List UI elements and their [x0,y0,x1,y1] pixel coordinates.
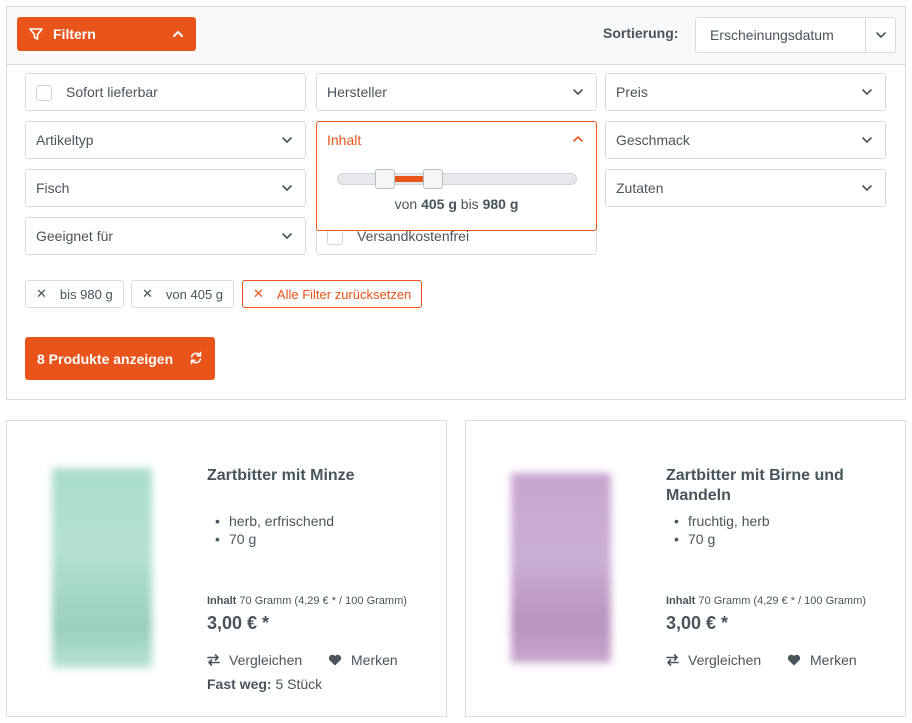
compare-arrows-icon [666,654,679,666]
list-item: fruchtig, herb [674,512,770,530]
refresh-icon [190,351,202,365]
filter-sofort-lieferbar[interactable]: Sofort lieferbar [25,73,306,111]
show-products-button[interactable]: 8 Produkte anzeigen [25,337,215,380]
sort-select-value: Erscheinungsdatum [710,27,834,43]
reset-filters-button[interactable]: ✕ Alle Filter zurücksetzen [242,280,423,308]
chevron-down-icon [862,137,872,143]
unit-price-info: Inhalt 70 Gramm (4,29 € * / 100 Gramm) [207,595,407,607]
sofort-lieferbar-checkbox[interactable] [36,85,52,101]
product-title[interactable]: Zartbitter mit Birne und Mandeln [666,466,886,506]
stock-label: Fast weg: [207,676,272,692]
range-readout: von 405 g bis 980 g [317,196,596,212]
chevron-down-icon [862,89,872,95]
product-price: 3,00 € * [207,613,270,633]
stock-info: Fast weg: 5 Stück [207,676,322,692]
range-slider-min-handle[interactable] [375,169,395,189]
filter-label: Geschmack [616,132,690,148]
close-icon: ✕ [253,286,264,301]
range-slider-max-handle[interactable] [423,169,443,189]
heart-icon [328,654,342,666]
filter-label: Geeignet für [36,228,114,244]
filter-inhalt-dropdown[interactable]: Inhalt von 405 g bis 980 g [316,121,597,231]
active-filter-chip[interactable]: ✕ bis 980 g [25,280,124,308]
product-feature-list: herb, erfrischend 70 g [215,512,334,548]
range-slider-track[interactable] [337,173,577,185]
chevron-down-icon [282,233,292,239]
filter-label: Hersteller [327,84,387,100]
filter-geschmack[interactable]: Geschmack [605,121,886,159]
wishlist-button[interactable]: Merken [328,652,398,668]
stock-value: 5 Stück [275,676,323,692]
product-image[interactable] [511,473,611,663]
chevron-down-icon [862,185,872,191]
compare-button[interactable]: Vergleichen [207,652,302,668]
range-min-value: 405 g [421,196,457,212]
compare-label: Vergleichen [688,652,762,668]
filter-zutaten[interactable]: Zutaten [605,169,886,207]
filter-preis[interactable]: Preis [605,73,886,111]
product-feature-list: fruchtig, herb 70 g [674,512,770,548]
product-price: 3,00 € * [666,613,729,633]
unit-text: 70 Gramm (4,29 € * / 100 Gramm) [698,595,866,607]
compare-arrows-icon [207,654,220,666]
filter-header: Filtern Sortierung: Erscheinungsdatum [7,7,905,65]
filter-label: Zutaten [616,180,664,196]
filter-label: Sofort lieferbar [66,84,158,100]
close-icon: ✕ [36,286,47,301]
chip-label: bis 980 g [59,286,113,302]
filter-panel: Filtern Sortierung: Erscheinungsdatum So… [6,6,906,400]
close-icon: ✕ [142,286,153,301]
chevron-down-icon [573,89,583,95]
show-products-label: 8 Produkte anzeigen [37,350,174,367]
sort-label: Sortierung: [603,25,679,41]
reset-filters-label: Alle Filter zurücksetzen [276,286,412,302]
wishlist-label: Merken [810,652,857,668]
filter-label: Fisch [36,180,70,196]
filter-toggle-label: Filtern [53,26,96,42]
range-max-value: 980 g [482,196,519,212]
product-title[interactable]: Zartbitter mit Minze [207,466,427,486]
filter-artikeltyp[interactable]: Artikeltyp [25,121,306,159]
unit-label: Inhalt [207,595,237,607]
product-image[interactable] [52,468,152,668]
chevron-up-icon [173,31,183,37]
filter-toggle-button[interactable]: Filtern [17,17,196,51]
range-prefix: von [394,196,418,212]
list-item: herb, erfrischend [215,512,334,530]
sort-select[interactable]: Erscheinungsdatum [695,17,896,53]
chevron-down-icon [282,185,292,191]
filter-label: Artikeltyp [36,132,94,148]
unit-text: 70 Gramm (4,29 € * / 100 Gramm) [239,595,407,607]
chevron-up-icon [573,136,583,142]
unit-price-info: Inhalt 70 Gramm (4,29 € * / 100 Gramm) [666,595,866,607]
filter-label: Preis [616,84,648,100]
range-middle: bis [460,196,479,212]
wishlist-label: Merken [351,652,398,668]
active-filter-chip[interactable]: ✕ von 405 g [131,280,235,308]
filter-label: Inhalt [327,132,362,148]
list-item: 70 g [215,530,334,548]
list-item: 70 g [674,530,770,548]
funnel-icon [29,28,43,40]
unit-label: Inhalt [666,595,696,607]
product-card[interactable]: Zartbitter mit Minze herb, erfrischend 7… [6,420,447,717]
versandkostenfrei-checkbox[interactable] [327,229,343,245]
compare-button[interactable]: Vergleichen [666,652,761,668]
chevron-down-icon [876,32,886,38]
heart-icon [787,654,801,666]
filter-hersteller[interactable]: Hersteller [316,73,597,111]
chevron-down-icon [282,137,292,143]
wishlist-button[interactable]: Merken [787,652,857,668]
filter-geeignet-fuer[interactable]: Geeignet für [25,217,306,255]
sort-select-button[interactable] [865,18,895,52]
chip-label: von 405 g [165,286,224,302]
compare-label: Vergleichen [229,652,303,668]
product-card[interactable]: Zartbitter mit Birne und Mandeln fruchti… [465,420,906,717]
filter-fisch[interactable]: Fisch [25,169,306,207]
